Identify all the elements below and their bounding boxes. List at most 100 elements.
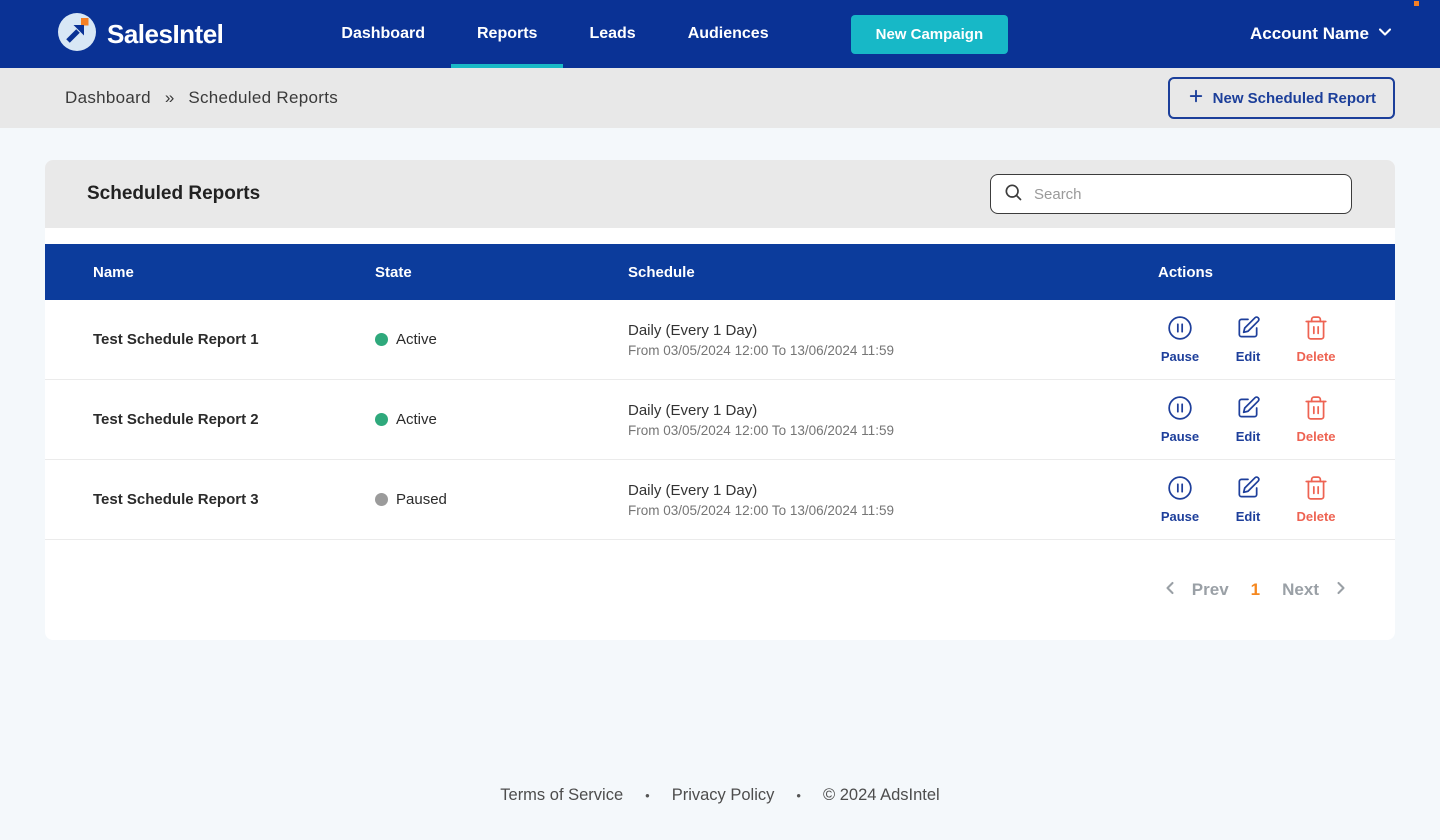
schedule-frequency: Daily (Every 1 Day) [628,322,1108,339]
state-cell: Paused [375,491,628,508]
schedule-cell: Daily (Every 1 Day) From 03/05/2024 12:0… [628,322,1108,358]
pause-button[interactable]: Pause [1156,395,1204,444]
trash-icon [1303,315,1329,346]
column-header-state: State [375,264,628,281]
new-campaign-button[interactable]: New Campaign [851,15,1009,54]
breadcrumb-separator: » [165,88,174,108]
delete-button[interactable]: Delete [1292,315,1340,364]
actions-cell: Pause Edit Delete [1108,315,1395,364]
footer-separator: • [796,788,801,803]
state-label: Active [396,331,437,348]
top-navbar: SalesIntel Dashboard Reports Leads Audie… [0,0,1440,68]
nav-item-reports[interactable]: Reports [451,0,563,68]
schedule-range: From 03/05/2024 12:00 To 13/06/2024 11:5… [628,423,1108,438]
main-nav: Dashboard Reports Leads Audiences [315,0,794,68]
plus-icon [1187,87,1205,109]
delete-label: Delete [1296,509,1335,524]
new-scheduled-report-button[interactable]: New Scheduled Report [1168,77,1395,119]
privacy-policy-link[interactable]: Privacy Policy [672,786,775,805]
schedule-frequency: Daily (Every 1 Day) [628,402,1108,419]
actions-cell: Pause Edit Delete [1108,475,1395,524]
table-row: Test Schedule Report 2 Active Daily (Eve… [45,380,1395,460]
next-page-button[interactable]: Next [1282,578,1351,603]
state-cell: Active [375,331,628,348]
pause-icon [1167,315,1193,346]
footer-separator: • [645,788,650,803]
state-label: Paused [396,491,447,508]
edit-icon [1235,315,1261,346]
chevron-right-icon [1331,578,1351,603]
pause-label: Pause [1161,429,1199,444]
scheduled-reports-card: Scheduled Reports Name State Schedule Ac… [45,160,1395,640]
account-name-label: Account Name [1250,24,1369,44]
edit-label: Edit [1236,509,1261,524]
brand-name: SalesIntel [107,19,223,50]
edit-button[interactable]: Edit [1224,315,1272,364]
schedule-cell: Daily (Every 1 Day) From 03/05/2024 12:0… [628,482,1108,518]
edit-button[interactable]: Edit [1224,395,1272,444]
brand-accent-dot [1414,1,1419,6]
table-row: Test Schedule Report 1 Active Daily (Eve… [45,300,1395,380]
delete-button[interactable]: Delete [1292,475,1340,524]
edit-icon [1235,395,1261,426]
delete-label: Delete [1296,429,1335,444]
search-input[interactable] [1032,185,1339,204]
delete-label: Delete [1296,349,1335,364]
state-label: Active [396,411,437,428]
breadcrumb-dashboard[interactable]: Dashboard [65,88,151,108]
state-dot [375,413,388,426]
state-dot [375,493,388,506]
pause-icon [1167,475,1193,506]
pause-label: Pause [1161,349,1199,364]
page-number-current[interactable]: 1 [1247,580,1264,600]
edit-label: Edit [1236,429,1261,444]
nav-item-audiences[interactable]: Audiences [662,0,795,68]
report-name: Test Schedule Report 2 [93,411,375,428]
schedule-range: From 03/05/2024 12:00 To 13/06/2024 11:5… [628,343,1108,358]
new-scheduled-report-label: New Scheduled Report [1213,90,1376,107]
terms-of-service-link[interactable]: Terms of Service [500,786,623,805]
breadcrumb-bar: Dashboard » Scheduled Reports New Schedu… [0,68,1440,128]
trash-icon [1303,475,1329,506]
next-label: Next [1282,580,1319,600]
account-menu[interactable]: Account Name [1250,22,1395,47]
edit-label: Edit [1236,349,1261,364]
nav-item-dashboard[interactable]: Dashboard [315,0,451,68]
edit-icon [1235,475,1261,506]
page-footer: Terms of Service • Privacy Policy • © 20… [0,786,1440,805]
edit-button[interactable]: Edit [1224,475,1272,524]
prev-page-button[interactable]: Prev [1160,578,1229,603]
pagination: Prev 1 Next [45,540,1395,640]
pause-button[interactable]: Pause [1156,475,1204,524]
schedule-cell: Daily (Every 1 Day) From 03/05/2024 12:0… [628,402,1108,438]
state-cell: Active [375,411,628,428]
page-title: Scheduled Reports [87,183,260,205]
salesintel-logo-icon [58,13,96,56]
actions-cell: Pause Edit Delete [1108,395,1395,444]
pause-icon [1167,395,1193,426]
chevron-down-icon [1375,22,1395,47]
column-header-schedule: Schedule [628,264,1108,281]
delete-button[interactable]: Delete [1292,395,1340,444]
schedule-frequency: Daily (Every 1 Day) [628,482,1108,499]
report-name: Test Schedule Report 1 [93,331,375,348]
copyright-text: © 2024 AdsIntel [823,786,940,805]
schedule-range: From 03/05/2024 12:00 To 13/06/2024 11:5… [628,503,1108,518]
chevron-left-icon [1160,578,1180,603]
column-header-actions: Actions [1108,264,1395,281]
card-header: Scheduled Reports [45,160,1395,228]
prev-label: Prev [1192,580,1229,600]
table-row: Test Schedule Report 3 Paused Daily (Eve… [45,460,1395,540]
search-box[interactable] [990,174,1352,214]
trash-icon [1303,395,1329,426]
state-dot [375,333,388,346]
report-name: Test Schedule Report 3 [93,491,375,508]
table-header-row: Name State Schedule Actions [45,244,1395,300]
column-header-name: Name [93,264,375,281]
pause-label: Pause [1161,509,1199,524]
pause-button[interactable]: Pause [1156,315,1204,364]
search-icon [1003,182,1023,207]
brand-logo[interactable]: SalesIntel [58,13,223,56]
nav-item-leads[interactable]: Leads [563,0,661,68]
breadcrumb-current-page: Scheduled Reports [188,88,338,108]
